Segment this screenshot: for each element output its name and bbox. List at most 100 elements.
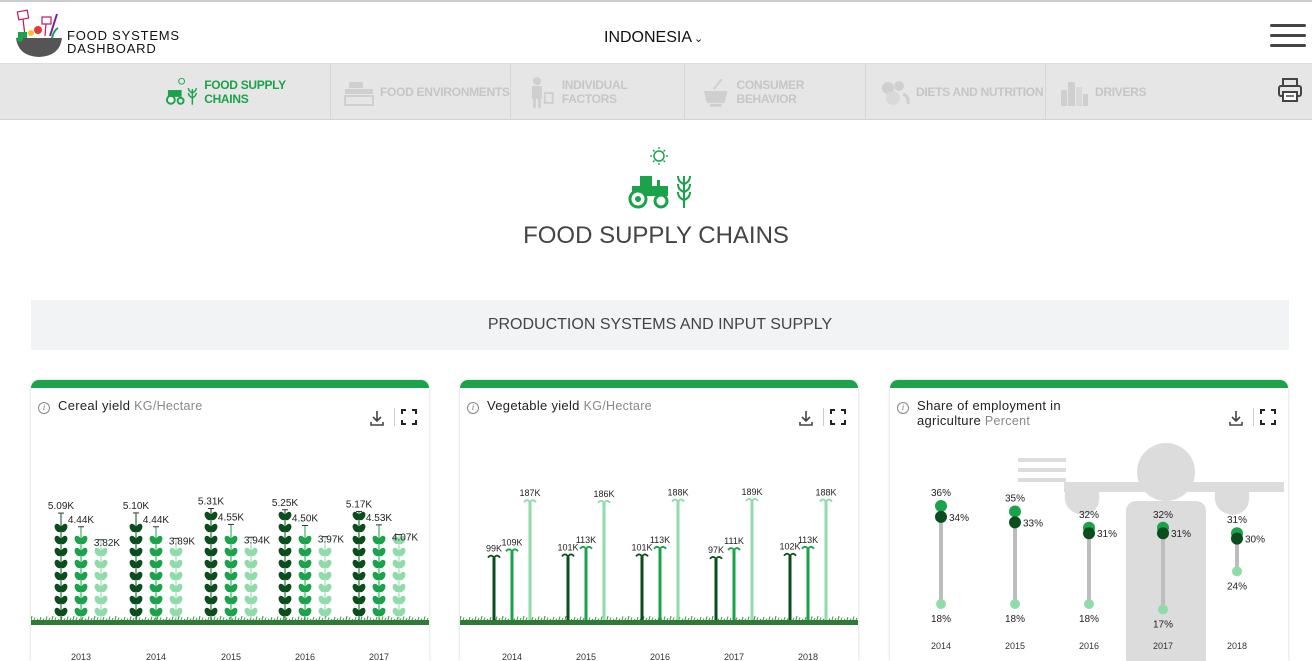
grass-blade [228, 616, 231, 621]
grass-blade [375, 616, 378, 621]
grass-blade [129, 616, 132, 621]
food-supply-chains-hero-icon [628, 147, 691, 209]
grass-blade [33, 617, 36, 621]
data-point [1009, 505, 1021, 518]
grass-blade [216, 617, 219, 621]
data-label: 4.50K [292, 514, 318, 525]
grass-blade [855, 617, 858, 621]
section-title: PRODUCTION SYSTEMS AND INPUT SUPPLY [31, 300, 1289, 350]
data-label: 31% [1227, 515, 1247, 526]
x-tick-label: 2014 [146, 652, 166, 661]
data-label: 35% [1005, 493, 1025, 504]
food-systems-logo-icon[interactable] [12, 8, 66, 60]
market-stall-icon [344, 82, 374, 106]
nav-item-food-supply-chains[interactable]: FOOD SUPPLY CHAINS [162, 64, 331, 120]
grass-blade [783, 616, 786, 621]
data-label: 186K [593, 489, 614, 499]
grass-blade [270, 616, 273, 621]
grass-blade [219, 615, 222, 621]
cereal-yield-chart: 20135.09K4.44K3.82K20145.10K4.44K3.89K20… [31, 496, 429, 661]
nav-item-label: DRIVERS [1095, 85, 1147, 99]
grass-blade [729, 617, 732, 621]
country-selector[interactable]: INDONESIA ⌄ [604, 29, 703, 47]
grass-blade [654, 618, 657, 621]
grass-blade [48, 617, 51, 621]
grass-blade [240, 615, 243, 621]
grass-blade [96, 617, 99, 621]
grass-blade [354, 616, 357, 621]
data-label: 188K [667, 488, 688, 498]
grass-blade [180, 617, 183, 621]
grass-blade [615, 616, 618, 621]
grass-blade [483, 617, 486, 621]
employment-agriculture-chart: 36% 34% 18% 2014 35% 33% 18% 2015 32% 31% 18% 2016 3… [931, 443, 1284, 661]
grass-blade [45, 616, 48, 621]
grass-blade [537, 616, 540, 621]
hamburger-menu-icon[interactable] [1270, 24, 1306, 50]
grass-blade [594, 616, 597, 621]
grass-blade [411, 617, 414, 621]
data-label: 97K [708, 545, 724, 555]
bar [732, 550, 736, 620]
grass-blade [693, 617, 696, 621]
grass-blade [786, 618, 789, 621]
grass-blade [720, 616, 723, 621]
nav-item-diets-and-nutrition[interactable]: DIETS AND NUTRITION [866, 64, 1046, 120]
data-label: 4.55K [218, 512, 244, 523]
grass-blade [591, 618, 594, 621]
grass-blade [495, 616, 498, 621]
grass-blade [651, 617, 654, 621]
grass-blade [465, 618, 468, 621]
data-label: 5.09K [48, 501, 74, 512]
grass-blade [636, 616, 639, 621]
data-label: 3.97K [318, 535, 344, 546]
grass-blade [849, 618, 852, 621]
grass-blade [282, 615, 285, 621]
grass-blade [663, 616, 666, 621]
nav-item-food-environments[interactable]: FOOD ENVIRONMENTS [331, 64, 511, 120]
grass-blade [363, 617, 366, 621]
grass-blade [132, 617, 135, 621]
data-label: 36% [931, 488, 951, 499]
grass-blade [36, 618, 39, 621]
grass-blade [840, 617, 843, 621]
data-point [1232, 566, 1242, 577]
bar [714, 558, 718, 620]
grass-blade [525, 617, 528, 621]
nav-item-drivers[interactable]: DRIVERS [1046, 64, 1170, 120]
grass-blade [243, 617, 246, 621]
grass-blade [336, 618, 339, 621]
grass-blade [177, 615, 180, 621]
data-label: 4.07K [392, 533, 418, 544]
nav-item-individual-factors[interactable]: INDIVIDUAL FACTORS [511, 64, 685, 120]
data-label: 32% [1079, 510, 1099, 521]
grass-blade [846, 616, 849, 621]
data-point [1009, 516, 1021, 529]
grass-blade [390, 617, 393, 621]
data-label: 3.89K [169, 536, 195, 547]
grass-blade [531, 616, 534, 621]
grass-blade [366, 615, 369, 621]
bar [658, 548, 662, 620]
grass-blade [834, 617, 837, 621]
x-tick-label: 2017 [369, 652, 389, 661]
grass-blade [168, 618, 171, 621]
bar [806, 548, 810, 620]
grass-blade [726, 616, 729, 621]
bar-sprout [727, 547, 741, 552]
grass-blade [480, 615, 483, 621]
x-tick-label: 2016 [295, 652, 315, 661]
grass-blade [570, 618, 573, 621]
grass-blade [573, 616, 576, 621]
data-label: 109K [501, 537, 522, 547]
grass-blade [489, 616, 492, 621]
nav-item-consumer-behavior[interactable]: CONSUMER BEHAVIOR [685, 64, 866, 120]
printer-icon[interactable] [1277, 77, 1303, 103]
grass-blade [231, 618, 234, 621]
grass-blade [852, 616, 855, 621]
grass-blade [393, 618, 396, 621]
grass-blade [165, 616, 168, 621]
grass-blade [828, 618, 831, 621]
grass-blade [702, 618, 705, 621]
grass-blade [624, 617, 627, 621]
